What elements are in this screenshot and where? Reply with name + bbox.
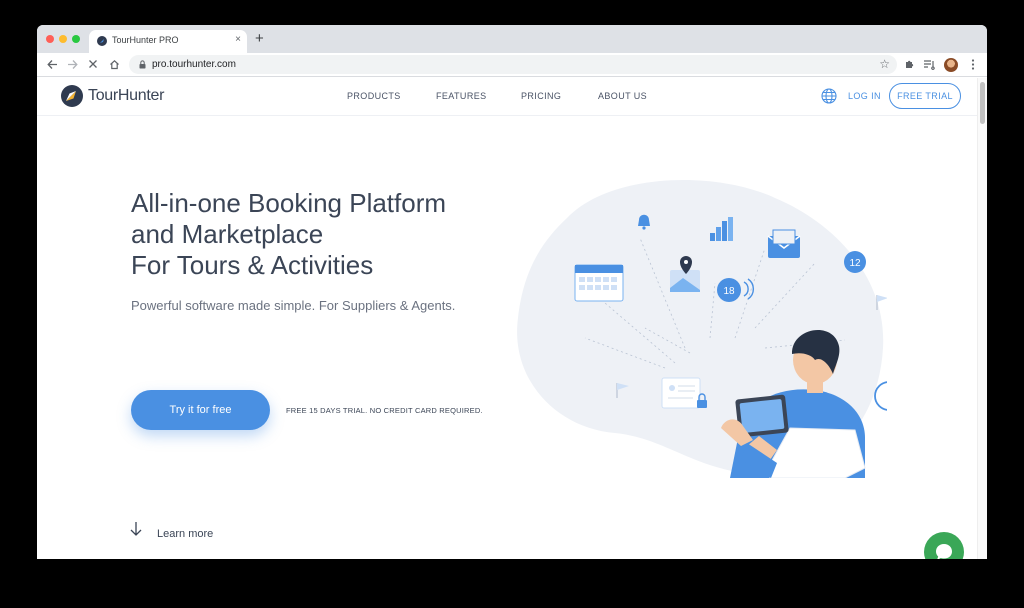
- home-icon[interactable]: [108, 58, 120, 70]
- counter-badge-icon: 12: [844, 251, 866, 273]
- document-lock-icon: [661, 377, 707, 409]
- chat-widget-button[interactable]: [924, 532, 964, 559]
- browser-menu-icon[interactable]: [967, 58, 979, 70]
- login-link[interactable]: LOG IN: [848, 91, 881, 101]
- trial-note: FREE 15 DAYS TRIAL. NO CREDIT CARD REQUI…: [286, 406, 483, 415]
- tourhunter-favicon-icon: [97, 36, 107, 46]
- browser-toolbar: pro.tourhunter.com ☆: [37, 53, 987, 77]
- nav-products[interactable]: PRODUCTS: [347, 91, 401, 101]
- scrollbar-thumb[interactable]: [980, 82, 985, 124]
- tab-close-icon[interactable]: ×: [235, 34, 241, 46]
- web-page: TourHunter PRODUCTS FEATURES PRICING ABO…: [37, 78, 987, 559]
- back-arrow-icon[interactable]: [46, 58, 58, 70]
- url-text: pro.tourhunter.com: [152, 59, 236, 70]
- learn-more-link[interactable]: Learn more: [157, 528, 213, 540]
- hero-title: All-in-one Booking Platform and Marketpl…: [131, 188, 531, 281]
- page-scrollbar[interactable]: [977, 78, 987, 559]
- minimize-window-button[interactable]: [59, 35, 67, 43]
- site-header: TourHunter PRODUCTS FEATURES PRICING ABO…: [37, 78, 977, 116]
- media-playlist-icon[interactable]: [923, 58, 935, 70]
- browser-tab[interactable]: TourHunter PRO ×: [89, 30, 247, 53]
- hero-subtitle: Powerful software made simple. For Suppl…: [131, 298, 456, 313]
- browser-window: TourHunter PRO × + pro.tourhunter.com ☆: [37, 25, 987, 559]
- hero-illustration: 18 12: [517, 179, 887, 478]
- profile-avatar[interactable]: [944, 58, 958, 72]
- new-tab-button[interactable]: +: [255, 30, 264, 48]
- down-arrow-icon[interactable]: [130, 521, 142, 537]
- address-bar[interactable]: pro.tourhunter.com ☆: [129, 55, 897, 74]
- tourhunter-logo-icon[interactable]: [60, 84, 84, 108]
- extensions-puzzle-icon[interactable]: [903, 58, 915, 70]
- lock-icon: [139, 60, 146, 69]
- nav-about-us[interactable]: ABOUT US: [598, 91, 647, 101]
- nav-features[interactable]: FEATURES: [436, 91, 487, 101]
- calendar-icon: [574, 264, 624, 302]
- close-window-button[interactable]: [46, 35, 54, 43]
- logo-wordmark[interactable]: TourHunter: [88, 87, 164, 105]
- badge-count: 12: [849, 258, 861, 269]
- globe-language-icon[interactable]: [821, 88, 837, 104]
- maximize-window-button[interactable]: [72, 35, 80, 43]
- badge-count: 18: [723, 286, 735, 297]
- chat-bubble-icon: [936, 544, 952, 559]
- tab-strip: TourHunter PRO × +: [37, 25, 987, 53]
- nav-pricing[interactable]: PRICING: [521, 91, 561, 101]
- try-free-button[interactable]: Try it for free: [131, 390, 270, 430]
- hero-title-line: For Tours & Activities: [131, 250, 374, 280]
- stop-loading-icon[interactable]: [87, 58, 99, 70]
- clock-icon: [874, 381, 887, 411]
- forward-arrow-icon[interactable]: [66, 58, 78, 70]
- bookmark-star-icon[interactable]: ☆: [879, 57, 890, 71]
- mail-icon: [767, 229, 801, 258]
- free-trial-button[interactable]: FREE TRIAL: [889, 83, 961, 109]
- hero-title-line: and Marketplace: [131, 219, 324, 249]
- tab-title: TourHunter PRO: [112, 35, 179, 45]
- hero-title-line: All-in-one Booking Platform: [131, 188, 447, 218]
